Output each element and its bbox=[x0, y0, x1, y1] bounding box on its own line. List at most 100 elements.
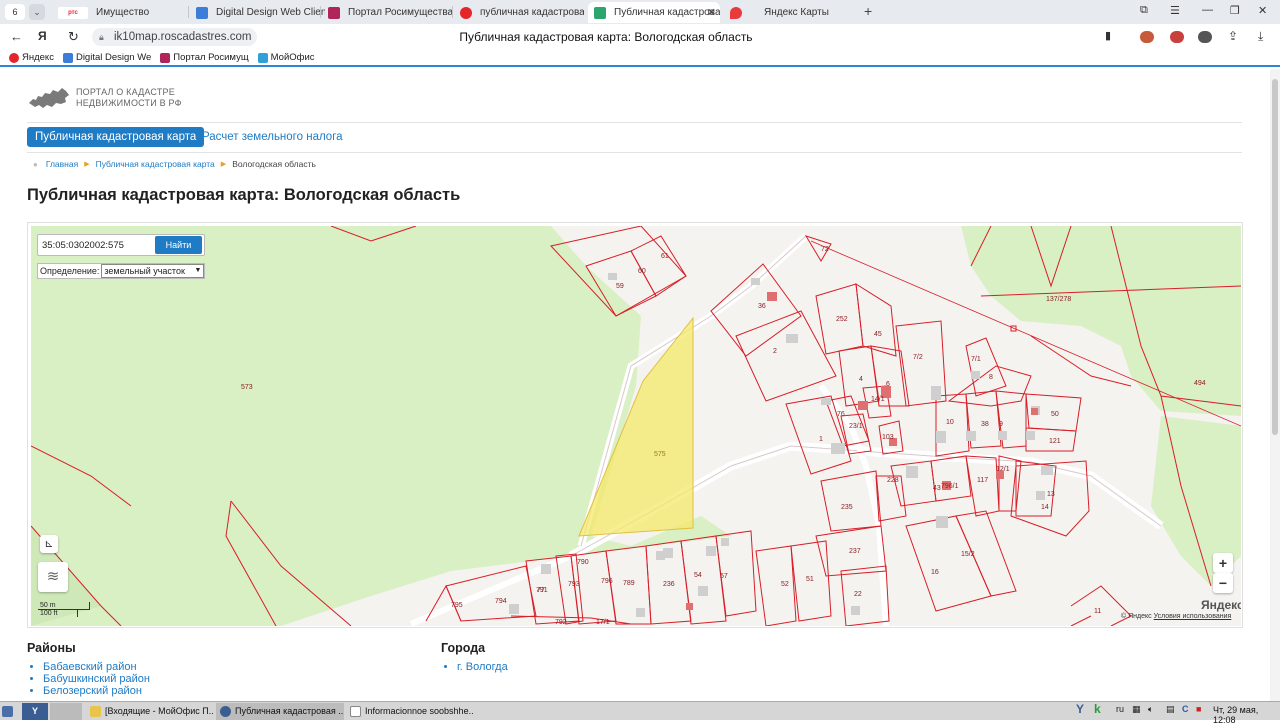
parcel-label[interactable]: 792 bbox=[555, 619, 567, 626]
parcel-label[interactable]: 796 bbox=[601, 578, 613, 585]
parcel-label[interactable]: 2 bbox=[773, 348, 777, 355]
parcel-label[interactable]: 789 bbox=[623, 580, 635, 587]
parcel-label[interactable]: 573 bbox=[241, 384, 253, 391]
menu-hamburger-icon[interactable]: ☰ bbox=[1170, 4, 1180, 17]
ruler-tool-button[interactable]: ⊾ bbox=[40, 535, 58, 553]
tab-digital-design[interactable]: Digital Design Web Client bbox=[190, 2, 325, 23]
definition-select[interactable]: земельный участок ▼ bbox=[101, 264, 205, 278]
bookmark-myoffice[interactable]: МойОфис bbox=[257, 52, 315, 63]
parcel-label[interactable]: 237 bbox=[849, 548, 861, 555]
parcel-label[interactable]: 43 bbox=[933, 485, 941, 492]
new-tab-plus-icon[interactable]: + bbox=[864, 3, 872, 19]
app-tray-icon[interactable]: C bbox=[1182, 704, 1189, 714]
taskbar-item-browser[interactable]: Публичная кадастровая ... bbox=[216, 703, 344, 720]
extension-2-icon[interactable] bbox=[1170, 31, 1184, 43]
parcel-label[interactable]: 796/1 bbox=[941, 483, 959, 490]
parcel-label[interactable]: 793 bbox=[568, 581, 580, 588]
scrollbar-thumb[interactable] bbox=[1272, 79, 1278, 435]
extension-1-icon[interactable] bbox=[1140, 31, 1154, 43]
parcel-label[interactable]: 11 bbox=[1094, 608, 1101, 615]
close-tab-icon[interactable]: ✕ bbox=[707, 6, 716, 19]
parcel-label[interactable]: 1 bbox=[819, 436, 823, 443]
parcel-label[interactable]: 236 bbox=[663, 581, 675, 588]
kaspersky-tray-icon[interactable]: k bbox=[1094, 702, 1101, 716]
parcel-label[interactable]: 16 bbox=[931, 569, 939, 576]
parcel-label[interactable]: 12/1 bbox=[996, 466, 1010, 473]
parcel-label[interactable]: 23/1 bbox=[849, 423, 863, 430]
site-logo[interactable]: ПОРТАЛ О КАДАСТРЕ НЕДВИЖИМОСТИ В РФ bbox=[28, 85, 182, 111]
parcel-label[interactable]: 790 bbox=[577, 559, 589, 566]
minimize-icon[interactable]: — bbox=[1202, 4, 1213, 16]
parcel-label[interactable]: 7/2 bbox=[913, 354, 923, 361]
parcel-label[interactable]: 121 bbox=[1049, 438, 1061, 445]
tab-yandex-maps[interactable]: Яндекс Карты bbox=[724, 2, 854, 23]
parcel-label[interactable]: 7/1 bbox=[971, 356, 981, 363]
parcel-label[interactable]: 15/2 bbox=[961, 551, 975, 558]
parcel-label[interactable]: 76 bbox=[837, 411, 845, 418]
network-icon[interactable]: ▦ bbox=[1132, 704, 1141, 715]
yandex-tray-icon[interactable]: Y bbox=[1076, 702, 1084, 716]
yandex-browser-launcher-icon[interactable]: Y bbox=[22, 703, 48, 720]
parcel-label[interactable]: 45 bbox=[874, 331, 882, 338]
page-scrollbar[interactable] bbox=[1270, 69, 1280, 701]
parcel-label[interactable]: 137/278 bbox=[1046, 296, 1071, 303]
parcel-label[interactable]: 17/1 bbox=[596, 619, 610, 626]
maximize-icon[interactable]: ❐ bbox=[1230, 4, 1240, 17]
parcel-label[interactable]: 50 bbox=[1051, 411, 1059, 418]
layers-button[interactable]: ≋ bbox=[38, 562, 68, 592]
region-link[interactable]: Бабушкинский район bbox=[43, 673, 150, 685]
zoom-out-button[interactable]: − bbox=[1213, 573, 1233, 593]
region-link[interactable]: Бабаевский район bbox=[43, 661, 150, 673]
bookmark-flag-icon[interactable]: ▮ bbox=[1105, 29, 1111, 42]
parcel-label[interactable]: 77 bbox=[537, 587, 545, 594]
tab-portal-rosimushchestva[interactable]: Портал Росимущества bbox=[322, 2, 452, 23]
bookmark-digital-design[interactable]: Digital Design We bbox=[62, 52, 151, 63]
parcel-label[interactable]: 575 bbox=[654, 451, 666, 458]
parcel-label[interactable]: 13 bbox=[1047, 491, 1055, 498]
parcel-label[interactable]: 794 bbox=[495, 598, 507, 605]
downloads-icon[interactable]: ⤓ bbox=[1258, 29, 1263, 44]
parcel-label[interactable]: 14/1 bbox=[871, 396, 885, 403]
taskbar-item-myoffice-mail[interactable]: [Входящие - МойОфис П... bbox=[86, 703, 214, 720]
bookmarks-panel-icon[interactable]: ⧉ bbox=[1140, 4, 1148, 17]
tab-kadastr-map-active[interactable]: Публичная кадастрова ✕ bbox=[588, 2, 720, 23]
parcel-label[interactable]: 4 bbox=[859, 376, 863, 383]
keyboard-layout[interactable]: ru bbox=[1116, 704, 1124, 714]
find-button[interactable]: Найти bbox=[155, 236, 202, 254]
parcel-label[interactable]: 494 bbox=[1194, 380, 1206, 387]
parcel-label[interactable]: 103 bbox=[882, 434, 894, 441]
bookmark-yandex[interactable]: Яндекс bbox=[9, 52, 54, 63]
terms-link[interactable]: Условия использования bbox=[1154, 613, 1232, 620]
tab-counter[interactable]: 6 bbox=[5, 4, 25, 20]
parcel-label[interactable]: 117 bbox=[977, 477, 988, 484]
tabs-menu-chevron-icon[interactable]: ⌄ bbox=[29, 4, 45, 20]
bookmark-portal-rosim[interactable]: Портал Росимущ bbox=[160, 52, 249, 63]
parcel-label[interactable]: 36 bbox=[758, 303, 766, 310]
parcel-label[interactable]: 235 bbox=[841, 504, 853, 511]
parcel-label[interactable]: 252 bbox=[836, 316, 848, 323]
parcel-label[interactable]: 6 bbox=[886, 381, 890, 388]
parcel-label[interactable]: 38 bbox=[981, 421, 989, 428]
zoom-in-button[interactable]: + bbox=[1213, 553, 1233, 573]
show-desktop-icon[interactable] bbox=[50, 703, 82, 720]
parcel-label[interactable]: 54 bbox=[694, 572, 702, 579]
parcel-label[interactable]: 228 bbox=[887, 477, 899, 484]
volume-icon[interactable]: 🔈︎ bbox=[1148, 704, 1153, 715]
breadcrumb-home[interactable]: Главная bbox=[46, 159, 78, 169]
tab-kadastr-search[interactable]: публичная кадастровая bbox=[454, 2, 584, 23]
parcel-label[interactable]: 9 bbox=[999, 421, 1003, 428]
nav-tab-land-tax[interactable]: Расчет земельного налога bbox=[202, 127, 343, 147]
share-icon[interactable]: ⇪ bbox=[1228, 29, 1238, 43]
parcel-label[interactable]: 10 bbox=[946, 419, 954, 426]
parcel-label[interactable]: 59 bbox=[616, 283, 624, 290]
parcel-label[interactable]: 52 bbox=[781, 581, 789, 588]
notification-tray-icon[interactable]: ■ bbox=[1196, 704, 1201, 714]
tab-imushchestvo[interactable]: ртс Имущество bbox=[52, 2, 187, 23]
parcel-label[interactable]: 795 bbox=[451, 602, 463, 609]
parcel-label[interactable]: 57 bbox=[720, 573, 728, 580]
extension-3-icon[interactable] bbox=[1198, 31, 1212, 43]
taskbar-item-document[interactable]: Informacionnoe soobshhe... bbox=[346, 703, 474, 720]
start-menu-icon[interactable] bbox=[2, 703, 20, 720]
parcel-label[interactable]: 51 bbox=[806, 576, 814, 583]
breadcrumb-public-map[interactable]: Публичная кадастровая карта bbox=[96, 159, 215, 169]
